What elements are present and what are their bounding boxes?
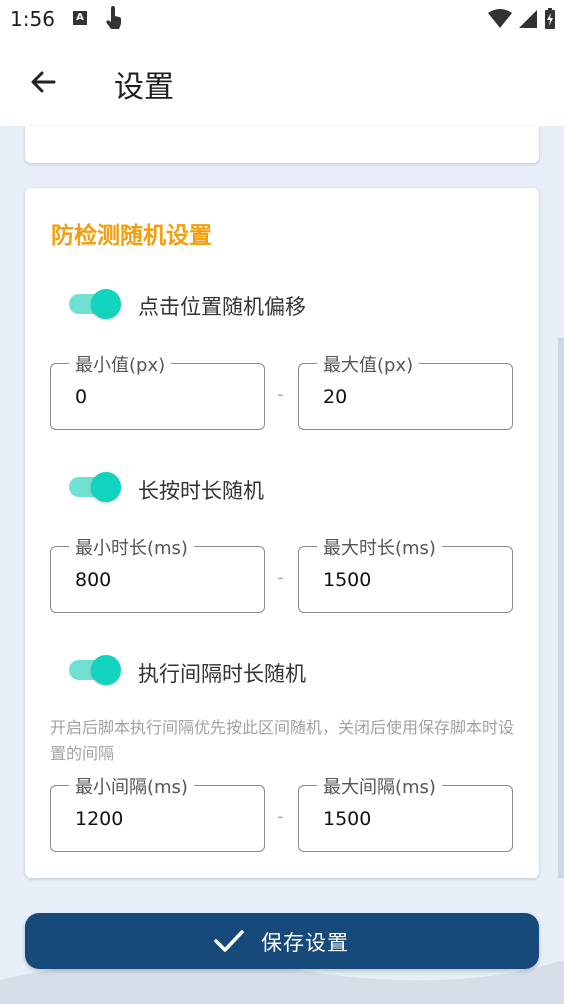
field-label: 最大时长(ms) [317,534,442,560]
section-title: 防检测随机设置 [51,223,212,249]
save-button-label: 保存设置 [261,931,349,955]
check-icon [214,930,244,952]
range-separator: - [277,567,284,588]
status-time: 1:56 [10,7,55,31]
long-press-max-field[interactable]: 最大时长(ms) 1500 [298,534,513,613]
long-press-label: 长按时长随机 [138,479,264,503]
click-offset-min-field[interactable]: 最小值(px) 0 [50,351,265,430]
long-press-toggle[interactable] [69,472,121,502]
page-title: 设置 [114,70,174,105]
field-label: 最小时长(ms) [69,534,194,560]
long-press-min-field[interactable]: 最小时长(ms) 800 [50,534,265,613]
status-bar: 1:56 A [0,0,564,40]
range-separator: - [277,806,284,827]
field-label: 最大间隔(ms) [317,773,442,799]
field-value: 0 [75,386,88,408]
app-bar: 设置 [0,40,564,126]
field-value: 1200 [75,808,124,830]
save-button[interactable]: 保存设置 [25,913,539,969]
scrollbar[interactable] [558,338,564,878]
interval-max-field[interactable]: 最大间隔(ms) 1500 [298,773,513,852]
status-icons [488,8,556,30]
click-offset-max-field[interactable]: 最大值(px) 20 [298,351,513,430]
back-button[interactable] [24,63,64,103]
field-label: 最小间隔(ms) [69,773,194,799]
field-value: 20 [323,386,348,408]
field-value: 800 [75,569,112,591]
interval-toggle[interactable] [69,655,121,685]
signal-icon [519,10,537,28]
arrow-left-icon [31,71,56,93]
anti-detection-settings-card: 防检测随机设置 点击位置随机偏移 最小值(px) 0 - 最大值(px) 20 … [25,188,539,878]
click-offset-label: 点击位置随机偏移 [138,295,306,319]
accessibility-notification-icon: A [73,11,87,25]
range-separator: - [277,384,284,405]
interval-min-field[interactable]: 最小间隔(ms) 1200 [50,773,265,852]
wifi-icon [488,9,512,28]
field-value: 1500 [323,808,372,830]
battery-charging-icon [545,8,555,29]
interval-hint: 开启后脚本执行间隔优先按此区间随机，关闭后使用保存脚本时设置的间隔 [50,718,515,763]
click-offset-toggle[interactable] [69,289,121,319]
field-label: 最小值(px) [69,351,172,377]
previous-card-bottom [25,126,539,163]
interval-label: 执行间隔时长随机 [138,662,306,686]
field-label: 最大值(px) [317,351,420,377]
touch-notification-icon [104,6,122,34]
field-value: 1500 [323,569,372,591]
